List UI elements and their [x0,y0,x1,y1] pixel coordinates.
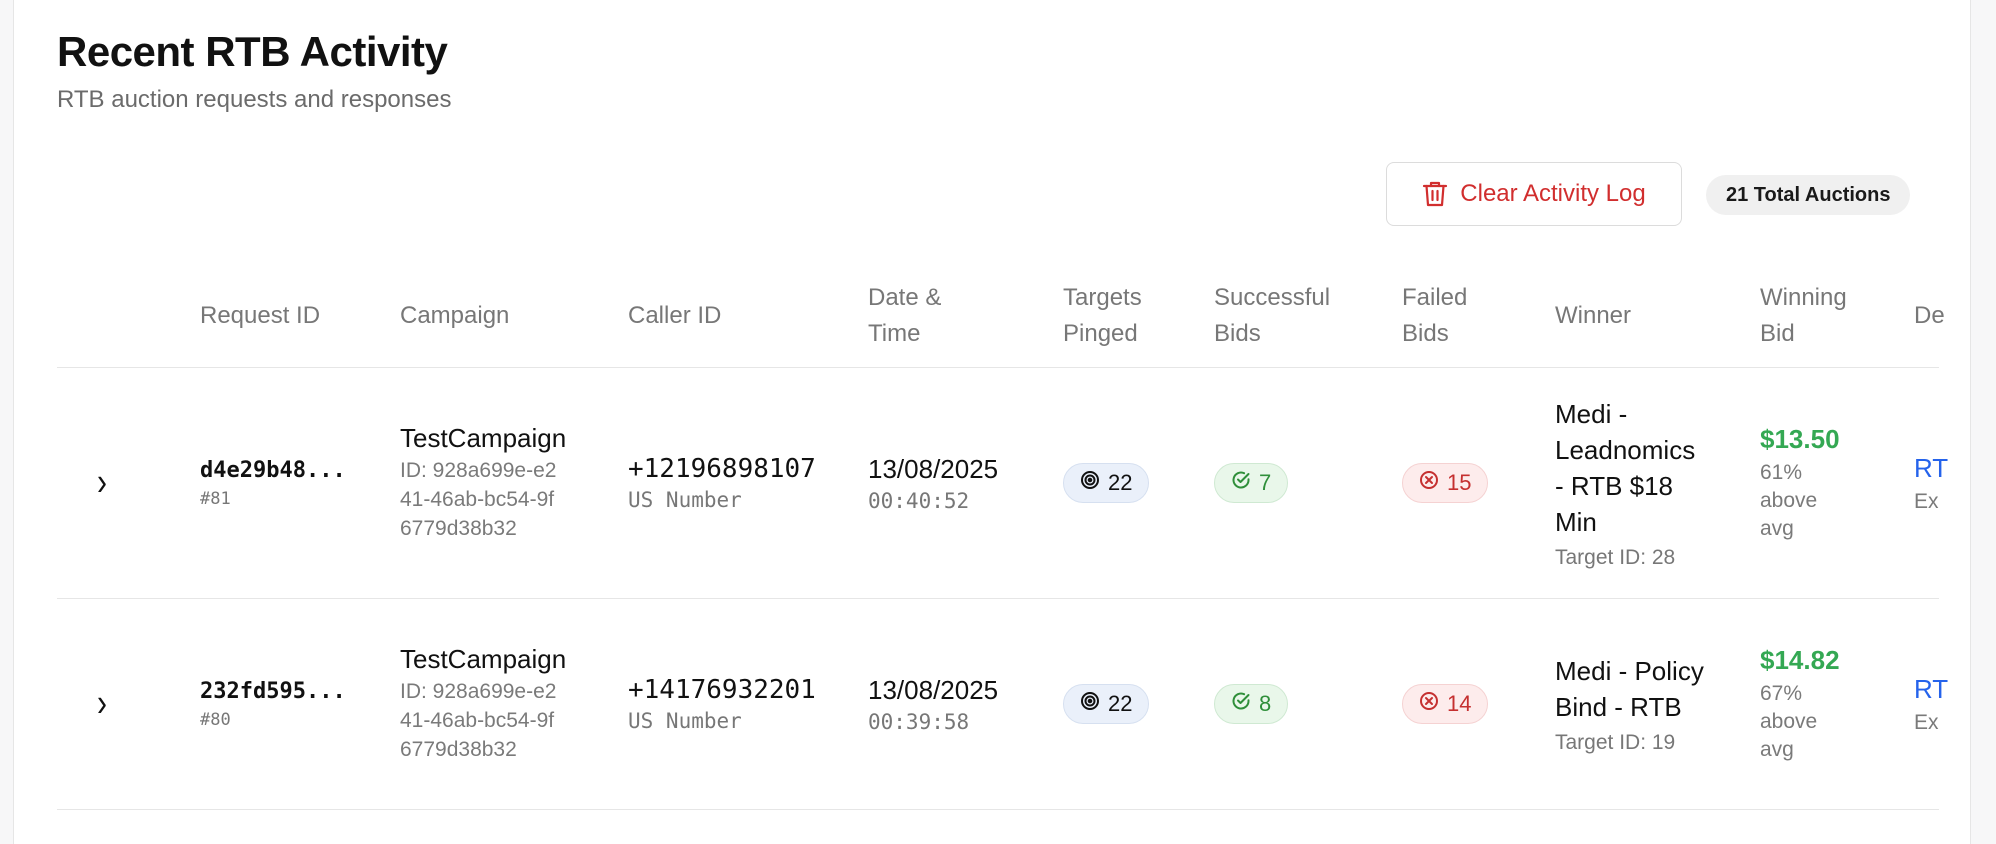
successful-bids-badge: 7 [1214,463,1289,503]
clear-activity-log-label: Clear Activity Log [1460,180,1646,207]
targets-pinged-count: 22 [1108,470,1133,495]
auction-time: 00:40:52 [868,488,970,513]
winner-name: Medi - Leadnomics - RTB $18 Min [1555,399,1696,537]
chevron-right-icon: › [97,681,107,725]
failed-bids-count: 15 [1447,470,1472,495]
details-subtext: Ex [1914,489,1939,513]
winning-bid-note: 67% above avg [1760,681,1818,761]
campaign-id: ID: 928a699e-e241-46ab-bc54-9f6779d38b32 [400,680,557,761]
caller-number: +14176932201 [628,675,816,705]
successful-bids-count: 7 [1259,470,1272,495]
column-header-winning-bid[interactable]: Winning Bid [1760,278,1850,354]
table-row[interactable]: › d4e29b48... #81 TestCampaign ID: 928a6… [57,368,1948,599]
request-id: d4e29b48... [200,457,346,483]
column-header-date-time[interactable]: Date & Time [868,278,978,354]
caller-type: US Number [628,488,742,512]
rtb-activity-card: Recent RTB Activity RTB auction requests… [13,0,1971,844]
winning-bid-note: 61% above avg [1760,460,1818,540]
check-circle-icon [1231,470,1251,496]
request-number: #81 [200,488,231,509]
target-icon [1080,470,1100,496]
column-header-caller-id[interactable]: Caller ID [628,278,721,354]
caller-type: US Number [628,709,742,733]
expand-row-button[interactable]: › [97,368,107,598]
winner-target-id: Target ID: 28 [1555,546,1676,569]
column-header-targets-pinged[interactable]: Targets Pinged [1063,278,1173,354]
column-header-campaign[interactable]: Campaign [400,278,509,354]
rtb-activity-table: Request ID Campaign Caller ID Date & Tim… [57,265,1948,810]
target-icon [1080,691,1100,717]
page-title: Recent RTB Activity [57,28,448,75]
targets-pinged-badge: 22 [1063,684,1150,724]
successful-bids-badge: 8 [1214,684,1289,724]
clear-activity-log-button[interactable]: Clear Activity Log [1386,162,1682,226]
campaign-name: TestCampaign [400,644,567,674]
column-header-details[interactable]: De [1914,278,1945,354]
total-auctions-badge: 21 Total Auctions [1706,175,1911,215]
failed-bids-badge: 14 [1402,684,1489,724]
campaign-name: TestCampaign [400,423,567,453]
winning-bid-amount: $13.50 [1760,423,1840,454]
x-circle-icon [1419,470,1439,496]
request-id: 232fd595... [200,678,346,704]
auction-time: 00:39:58 [868,709,970,734]
auction-date: 13/08/2025 [868,674,999,705]
column-header-failed-bids[interactable]: Failed Bids [1402,278,1512,354]
winner-name: Medi - Policy Bind - RTB [1555,656,1704,722]
column-header-winner[interactable]: Winner [1555,278,1631,354]
campaign-id: ID: 928a699e-e241-46ab-bc54-9f6779d38b32 [400,459,557,540]
targets-pinged-badge: 22 [1063,463,1150,503]
page-subtitle: RTB auction requests and responses [57,86,452,113]
request-number: #80 [200,709,231,730]
auction-date: 13/08/2025 [868,453,999,484]
winner-target-id: Target ID: 19 [1555,731,1676,754]
check-circle-icon [1231,691,1251,717]
winning-bid-amount: $14.82 [1760,644,1840,675]
x-circle-icon [1419,691,1439,717]
chevron-right-icon: › [97,460,107,504]
targets-pinged-count: 22 [1108,691,1133,716]
failed-bids-count: 14 [1447,691,1472,716]
column-header-request-id[interactable]: Request ID [200,278,320,354]
trash-icon [1422,180,1448,208]
table-header: Request ID Campaign Caller ID Date & Tim… [57,265,1945,368]
table-row[interactable]: › 232fd595... #80 TestCampaign ID: 928a6… [57,599,1948,810]
successful-bids-count: 8 [1259,691,1272,716]
expand-row-button[interactable]: › [97,599,107,809]
caller-number: +12196898107 [628,454,816,484]
details-subtext: Ex [1914,710,1939,734]
failed-bids-badge: 15 [1402,463,1489,503]
column-header-successful-bids[interactable]: Successful Bids [1214,278,1354,354]
details-link[interactable]: RT [1914,453,1948,484]
details-link[interactable]: RT [1914,674,1948,705]
